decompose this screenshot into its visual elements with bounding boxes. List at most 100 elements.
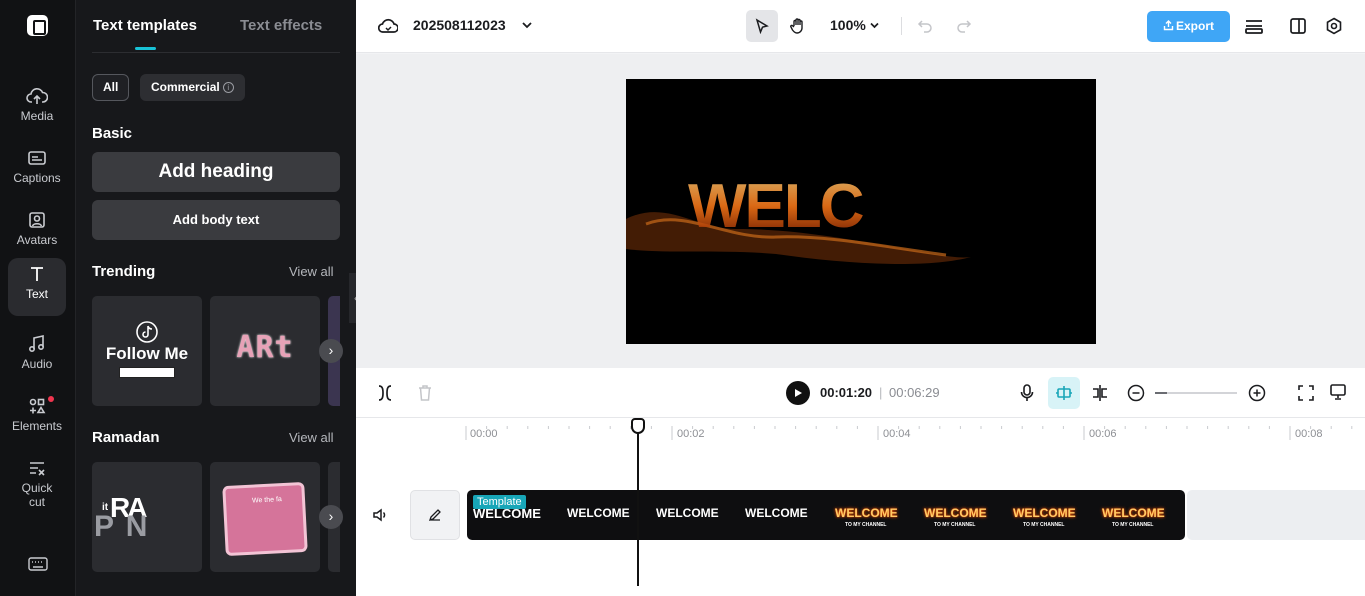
clip-label: Template bbox=[473, 495, 526, 509]
tiktok-icon bbox=[136, 321, 158, 343]
preview-text: WELC bbox=[688, 172, 864, 241]
split-align-icon[interactable] bbox=[1091, 384, 1109, 402]
settings-icon[interactable] bbox=[1325, 17, 1343, 35]
chevron-down-icon[interactable] bbox=[870, 22, 879, 29]
template-card-follow-me[interactable]: Follow Me bbox=[92, 296, 202, 406]
top-bar: 202508112023 100% Export bbox=[356, 0, 1365, 53]
editor-app: Media Captions Avatars Text Audio Elemen… bbox=[0, 0, 1365, 596]
filter-commercial-chip[interactable]: Commerciali bbox=[140, 74, 245, 101]
split-view-icon[interactable] bbox=[1289, 17, 1307, 35]
notification-dot bbox=[48, 396, 54, 402]
cloud-upload-icon bbox=[26, 86, 48, 106]
clip-frame-text: WELCOME bbox=[656, 506, 719, 520]
add-body-text-button[interactable]: Add body text bbox=[92, 200, 340, 240]
clip-frame-text: WELCOME bbox=[745, 506, 808, 520]
panel-tabs: Text templates Text effects bbox=[92, 0, 340, 53]
video-preview[interactable]: WELC bbox=[626, 79, 1096, 344]
elements-icon bbox=[27, 396, 47, 416]
project-name[interactable]: 202508112023 bbox=[413, 17, 506, 33]
template-card-text: P N bbox=[94, 510, 149, 544]
ramadan-next-button[interactable]: › bbox=[319, 505, 343, 529]
current-time: 00:01:20 bbox=[820, 385, 872, 400]
microphone-icon[interactable] bbox=[1019, 383, 1035, 403]
template-card-art[interactable]: ARt bbox=[210, 296, 320, 406]
timeline-toolbar: 00:01:20 | 00:06:29 bbox=[356, 368, 1365, 418]
quick-cut-icon bbox=[27, 458, 47, 478]
clip-frame-text: WELCOME bbox=[835, 506, 898, 520]
hand-tool-button[interactable] bbox=[782, 10, 814, 42]
trending-view-all-link[interactable]: View all bbox=[289, 264, 334, 279]
pencil-icon bbox=[428, 508, 442, 522]
export-button[interactable]: Export bbox=[1147, 11, 1230, 42]
speaker-icon[interactable] bbox=[372, 507, 388, 523]
fit-to-screen-icon[interactable] bbox=[1297, 384, 1315, 402]
undo-icon[interactable] bbox=[917, 18, 933, 34]
zoom-in-icon[interactable] bbox=[1248, 384, 1266, 402]
tab-text-templates[interactable]: Text templates bbox=[93, 17, 197, 34]
toolbar-divider bbox=[901, 17, 902, 35]
rail-item-audio[interactable]: Audio bbox=[8, 328, 66, 386]
timeline-panel: 00:01:20 | 00:06:29 00:00 00:02 00:04 00… bbox=[356, 368, 1365, 596]
trending-next-button[interactable]: › bbox=[319, 339, 343, 363]
zoom-out-icon[interactable] bbox=[1127, 384, 1145, 402]
captions-icon bbox=[27, 148, 47, 168]
filter-all-chip[interactable]: All bbox=[92, 74, 129, 101]
chevron-right-icon: › bbox=[329, 342, 334, 358]
trash-icon[interactable] bbox=[417, 384, 433, 402]
template-clip[interactable]: WELCOME WELCOME WELCOME WELCOME WELCOME … bbox=[467, 490, 1185, 540]
info-icon[interactable]: i bbox=[223, 82, 234, 93]
keyboard-icon[interactable] bbox=[28, 556, 48, 572]
rail-item-avatars[interactable]: Avatars bbox=[8, 204, 66, 262]
layers-icon[interactable] bbox=[1244, 17, 1264, 35]
left-rail: Media Captions Avatars Text Audio Elemen… bbox=[0, 0, 76, 596]
split-icon[interactable] bbox=[377, 384, 393, 402]
template-card-text: ARt bbox=[210, 330, 320, 365]
timeline-ruler[interactable]: 00:00 00:02 00:04 00:06 00:08 bbox=[356, 418, 1365, 448]
clip-frame-text: WELCOME bbox=[1013, 506, 1076, 520]
total-duration: 00:06:29 bbox=[889, 385, 940, 400]
play-button[interactable] bbox=[786, 381, 810, 405]
track-empty-area[interactable] bbox=[1187, 490, 1365, 540]
template-card-text: We the fa bbox=[252, 496, 282, 505]
template-card-ramadan-1[interactable]: it RA P N bbox=[92, 462, 202, 572]
rail-item-text[interactable]: Text bbox=[8, 258, 66, 316]
magnet-snap-button[interactable] bbox=[1048, 377, 1080, 409]
rail-item-quick-cut[interactable]: Quick cut bbox=[8, 452, 66, 512]
music-note-icon bbox=[27, 334, 47, 354]
ruler-label: 00:00 bbox=[470, 428, 498, 440]
app-logo[interactable] bbox=[27, 15, 48, 36]
cloud-sync-icon[interactable] bbox=[378, 17, 398, 35]
playhead-line[interactable] bbox=[637, 426, 639, 586]
section-title-ramadan: Ramadan bbox=[92, 429, 160, 446]
text-icon bbox=[27, 264, 47, 284]
chevron-down-icon[interactable] bbox=[522, 21, 532, 29]
zoom-level[interactable]: 100% bbox=[830, 17, 866, 33]
template-card-bar bbox=[119, 367, 175, 378]
clip-frame-subtext: TO MY CHANNEL bbox=[1023, 522, 1064, 528]
track-edit-button[interactable] bbox=[410, 490, 460, 540]
ramadan-view-all-link[interactable]: View all bbox=[289, 430, 334, 445]
rail-item-captions[interactable]: Captions bbox=[8, 142, 66, 200]
cursor-icon bbox=[754, 18, 770, 34]
rail-label: Media bbox=[21, 109, 54, 123]
zoom-slider[interactable] bbox=[1155, 392, 1237, 394]
display-icon[interactable] bbox=[1329, 383, 1347, 401]
clip-frame-subtext: TO MY CHANNEL bbox=[934, 522, 975, 528]
redo-icon[interactable] bbox=[956, 18, 972, 34]
preview-area: WELC bbox=[356, 54, 1365, 368]
rail-item-elements[interactable]: Elements bbox=[8, 390, 66, 448]
select-tool-button[interactable] bbox=[746, 10, 778, 42]
template-card-text: Follow Me bbox=[92, 344, 202, 364]
ruler-label: 00:08 bbox=[1295, 428, 1323, 440]
playhead-handle[interactable] bbox=[631, 418, 645, 434]
rail-label: Text bbox=[26, 287, 48, 301]
chevron-right-icon: › bbox=[329, 508, 334, 524]
rail-item-media[interactable]: Media bbox=[8, 80, 66, 138]
tab-text-effects[interactable]: Text effects bbox=[240, 17, 322, 34]
rail-label: Captions bbox=[13, 171, 60, 185]
template-card-ramadan-2[interactable]: We the fa bbox=[210, 462, 320, 572]
rail-label: Quick cut bbox=[17, 481, 57, 509]
clip-frame-text: WELCOME bbox=[924, 506, 987, 520]
play-icon bbox=[793, 388, 803, 398]
add-heading-button[interactable]: Add heading bbox=[92, 152, 340, 192]
